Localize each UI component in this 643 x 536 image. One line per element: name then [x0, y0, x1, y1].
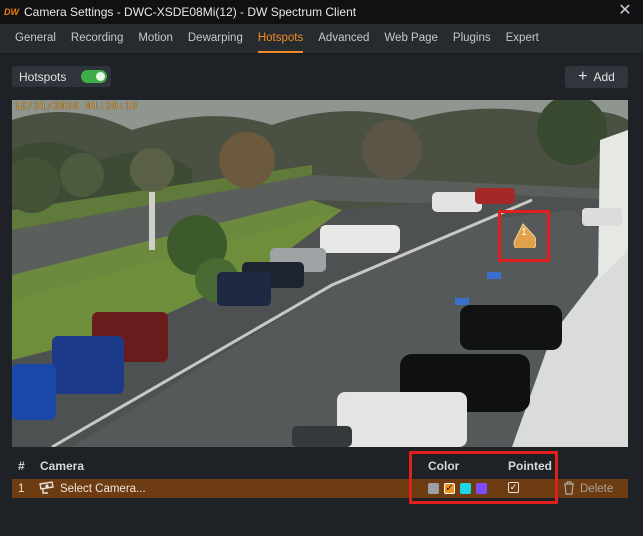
- tab-advanced[interactable]: Advanced: [318, 24, 369, 53]
- hotspots-toggle-label: Hotspots: [19, 69, 67, 84]
- tab-motion[interactable]: Motion: [138, 24, 173, 53]
- camera-icon: [39, 481, 54, 494]
- video-timestamp: 12/31/2024 01:29:13: [14, 101, 138, 112]
- tab-bar: General Recording Motion Dewarping Hotsp…: [0, 24, 643, 54]
- tab-hotspots[interactable]: Hotspots: [257, 24, 304, 53]
- tab-general[interactable]: General: [15, 24, 56, 53]
- add-button-label: Add: [593, 70, 615, 84]
- tab-expert[interactable]: Expert: [506, 24, 539, 53]
- trash-icon[interactable]: [563, 481, 575, 495]
- tab-recording[interactable]: Recording: [71, 24, 123, 53]
- plus-icon: +: [578, 68, 588, 85]
- tab-web-page[interactable]: Web Page: [384, 24, 438, 53]
- camera-scene: [12, 100, 628, 447]
- toggle-knob: [96, 72, 105, 81]
- add-button[interactable]: + Add: [565, 66, 628, 88]
- tab-plugins[interactable]: Plugins: [453, 24, 491, 53]
- close-icon[interactable]: ✕: [617, 3, 633, 19]
- hotspot-highlight: 1: [498, 210, 550, 262]
- color-pointed-highlight: [409, 451, 558, 504]
- col-index-header: #: [18, 459, 25, 473]
- delete-button[interactable]: Delete: [580, 483, 613, 495]
- row-index: 1: [18, 482, 25, 495]
- window-title: Camera Settings - DWC-XSDE08Mi(12) - DW …: [24, 5, 357, 19]
- tab-dewarping[interactable]: Dewarping: [188, 24, 243, 53]
- col-camera-header: Camera: [40, 459, 85, 473]
- hotspot-number: 1: [521, 227, 527, 238]
- select-camera-link[interactable]: Select Camera...: [60, 483, 146, 495]
- title-bar: DW Camera Settings - DWC-XSDE08Mi(12) - …: [0, 0, 643, 24]
- hotspots-toggle-panel: Hotspots: [12, 66, 111, 87]
- hotspots-toggle-switch[interactable]: [81, 70, 107, 83]
- dw-logo: DW: [4, 7, 19, 17]
- camera-preview[interactable]: 12/31/2024 01:29:13 1: [12, 100, 628, 447]
